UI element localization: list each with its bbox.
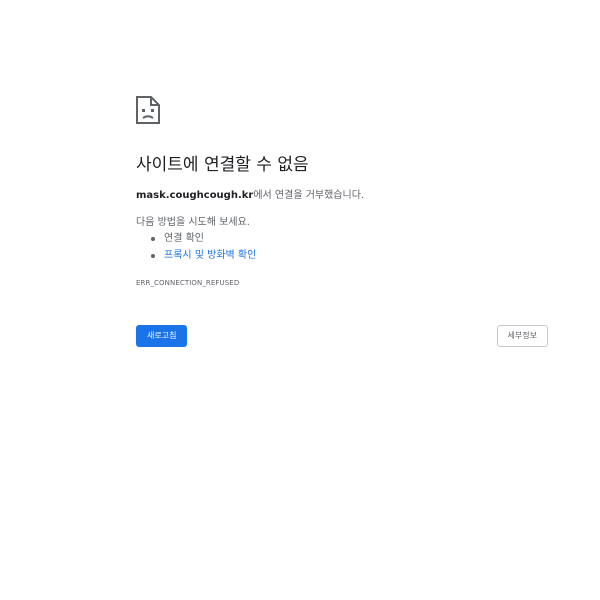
sad-page-icon (136, 96, 160, 124)
error-code: ERR_CONNECTION_REFUSED (136, 279, 240, 287)
try-label: 다음 방법을 시도해 보세요. (136, 217, 250, 228)
error-description: mask.coughcough.kr에서 연결을 거부했습니다. (136, 189, 364, 203)
suggestion-label: 연결 확인 (164, 233, 204, 244)
details-button[interactable]: 세부정보 (496, 325, 548, 347)
suggestion-item-check-connection: 연결 확인 (150, 232, 256, 249)
error-headline: 사이트에 연결할 수 없음 (136, 155, 309, 175)
suggestion-list: 연결 확인 프록시 및 방화벽 확인 (136, 232, 256, 266)
reload-button[interactable]: 새로고침 (136, 325, 188, 347)
host-name: mask.coughcough.kr (136, 190, 254, 201)
check-proxy-firewall-link[interactable]: 프록시 및 방화벽 확인 (164, 250, 256, 261)
description-suffix: 에서 연결을 거부했습니다. (253, 190, 365, 201)
suggestion-item-check-proxy: 프록시 및 방화벽 확인 (150, 249, 256, 266)
